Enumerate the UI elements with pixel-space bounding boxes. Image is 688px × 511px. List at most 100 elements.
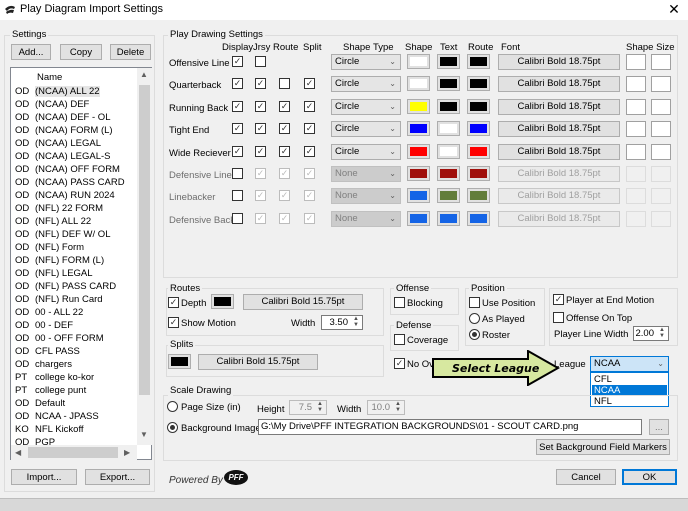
offensive-line-shape-type-select[interactable]: Circle ⌄ (331, 54, 401, 70)
list-item[interactable]: OD 00 - ALL 22 (15, 307, 83, 320)
route-width-spinner[interactable]: 3.50 ▲ ▼ (321, 315, 363, 330)
defensive-line-split-checkbox[interactable]: ✓ (304, 168, 315, 179)
tight-end-text-color-button[interactable] (437, 121, 460, 137)
running-back-shape-color-button[interactable] (407, 98, 430, 114)
running-back-route-checkbox[interactable]: ✓ (279, 100, 290, 112)
linebacker-font-button[interactable]: Calibri Bold 18.75pt (498, 188, 620, 205)
linebacker-route-color-button[interactable] (467, 188, 490, 204)
linebacker-shape-height-field[interactable] (651, 188, 671, 205)
defensive-back-shape-type-select[interactable]: None ⌄ (331, 210, 401, 227)
running-back-shape-height-field[interactable] (651, 98, 671, 115)
depth-checkbox[interactable]: ✓ (168, 297, 179, 308)
tight-end-font-button[interactable]: Calibri Bold 18.75pt (498, 121, 620, 138)
defensive-back-split-checkbox[interactable]: ✓ (304, 212, 315, 224)
list-item[interactable]: OD (NCAA) DEF (15, 99, 89, 112)
list-item[interactable]: OD (NFL) FORM (L) (15, 255, 104, 268)
defensive-line-jrsy-checkbox[interactable]: ✓ (255, 168, 266, 179)
defensive-back-jrsy-checkbox[interactable]: ✓ (255, 212, 266, 224)
ok-button[interactable]: OK (622, 469, 677, 485)
width-spinner[interactable]: 10.0 ▲ ▼ (367, 400, 405, 415)
wide-reciever-text-color-button[interactable] (437, 143, 460, 159)
end-motion-checkbox[interactable]: ✓ (553, 294, 564, 305)
export-button[interactable]: Export... (85, 469, 150, 485)
running-back-shape-width-field[interactable] (626, 98, 646, 115)
running-back-display-checkbox[interactable]: ✓ (232, 100, 243, 112)
horizontal-scrollbar[interactable]: ◀ ▶ (11, 445, 137, 460)
offensive-line-shape-width-field[interactable] (626, 54, 646, 70)
list-item[interactable]: PT college ko-kor (15, 372, 94, 385)
as-played-radio[interactable] (469, 313, 480, 324)
linebacker-split-checkbox[interactable]: ✓ (304, 190, 315, 202)
defensive-line-display-checkbox[interactable] (232, 168, 243, 179)
quarterback-text-color-button[interactable] (437, 76, 460, 92)
defensive-back-shape-height-field[interactable] (651, 210, 671, 227)
browse-button[interactable]: ... (649, 419, 669, 435)
list-item[interactable]: OD (NFL) ALL 22 (15, 216, 91, 229)
wide-reciever-shape-color-button[interactable] (407, 143, 430, 159)
tight-end-jrsy-checkbox[interactable]: ✓ (255, 123, 266, 135)
running-back-jrsy-checkbox[interactable]: ✓ (255, 100, 266, 112)
tight-end-shape-type-select[interactable]: Circle ⌄ (331, 121, 401, 138)
vertical-scrollbar[interactable]: ▲ ▼ (137, 68, 152, 445)
spinner-arrows-icon[interactable]: ▲ ▼ (351, 316, 361, 329)
offensive-line-font-button[interactable]: Calibri Bold 18.75pt (498, 54, 620, 70)
list-item[interactable]: KO NFL Kickoff (15, 424, 84, 437)
close-icon[interactable]: ✕ (663, 0, 685, 20)
linebacker-route-checkbox[interactable]: ✓ (279, 190, 290, 202)
quarterback-display-checkbox[interactable]: ✓ (232, 78, 243, 90)
cancel-button[interactable]: Cancel (556, 469, 616, 485)
list-item[interactable]: OD (NCAA) DEF - OL (15, 112, 110, 125)
spinner-arrows-icon[interactable]: ▲ ▼ (393, 401, 403, 414)
blocking-checkbox[interactable] (394, 297, 405, 308)
wide-reciever-font-button[interactable]: Calibri Bold 18.75pt (498, 143, 620, 160)
quarterback-shape-type-select[interactable]: Circle ⌄ (331, 76, 401, 93)
offense-on-top-checkbox[interactable] (553, 312, 564, 323)
list-item[interactable]: OD 00 - OFF FORM (15, 333, 104, 346)
height-spinner[interactable]: 7.5 ▲ ▼ (289, 400, 327, 415)
defensive-line-route-color-button[interactable] (467, 166, 490, 181)
offensive-line-text-color-button[interactable] (437, 54, 460, 69)
linebacker-display-checkbox[interactable] (232, 190, 243, 202)
defensive-back-text-color-button[interactable] (437, 210, 460, 226)
list-item[interactable]: OD chargers (15, 359, 72, 372)
running-back-text-color-button[interactable] (437, 98, 460, 114)
wide-reciever-display-checkbox[interactable]: ✓ (232, 145, 243, 157)
add-button[interactable]: Add... (11, 44, 51, 60)
tight-end-shape-height-field[interactable] (651, 121, 671, 138)
name-column-header[interactable]: Name (37, 72, 62, 83)
list-item[interactable]: OD NCAA - JPASS (15, 411, 99, 424)
offensive-line-route-color-button[interactable] (467, 54, 490, 69)
offensive-line-jrsy-checkbox[interactable] (255, 56, 266, 67)
wide-reciever-shape-type-select[interactable]: Circle ⌄ (331, 143, 401, 160)
list-item[interactable]: OD (NFL) Form (15, 242, 84, 255)
scroll-right-icon[interactable]: ▶ (124, 448, 130, 457)
quarterback-route-checkbox[interactable] (279, 78, 290, 90)
list-item[interactable]: OD (NFL) Run Card (15, 294, 103, 307)
linebacker-shape-width-field[interactable] (626, 188, 646, 205)
wide-reciever-route-checkbox[interactable]: ✓ (279, 145, 290, 157)
vertical-scroll-thumb[interactable] (139, 85, 150, 395)
roster-radio[interactable] (469, 329, 480, 340)
defensive-back-route-color-button[interactable] (467, 210, 490, 226)
line-width-spinner[interactable]: 2.00 ▲ ▼ (633, 326, 669, 341)
list-item[interactable]: OD (NCAA) FORM (L) (15, 125, 113, 138)
running-back-split-checkbox[interactable]: ✓ (304, 100, 315, 112)
background-image-path-field[interactable]: G:\My Drive\PFF INTEGRATION BACKGROUNDS\… (258, 419, 642, 435)
defensive-back-display-checkbox[interactable] (232, 212, 243, 224)
list-item[interactable]: OD (NFL) DEF W/ OL (15, 229, 110, 242)
splits-font-button[interactable]: Calibri Bold 15.75pt (198, 354, 318, 370)
running-back-shape-type-select[interactable]: Circle ⌄ (331, 98, 401, 115)
quarterback-shape-width-field[interactable] (626, 76, 646, 93)
linebacker-shape-type-select[interactable]: None ⌄ (331, 188, 401, 205)
offensive-line-display-checkbox[interactable]: ✓ (232, 56, 243, 67)
horizontal-scroll-thumb[interactable] (28, 447, 118, 458)
quarterback-jrsy-checkbox[interactable]: ✓ (255, 78, 266, 90)
tight-end-route-color-button[interactable] (467, 121, 490, 137)
list-item[interactable]: OD (NCAA) ALL 22 (15, 86, 100, 99)
defensive-line-route-checkbox[interactable]: ✓ (279, 168, 290, 179)
coverage-checkbox[interactable] (394, 334, 405, 345)
list-item[interactable]: OD 00 - DEF (15, 320, 73, 333)
defensive-back-route-checkbox[interactable]: ✓ (279, 212, 290, 224)
delete-button[interactable]: Delete (110, 44, 151, 60)
defensive-line-shape-height-field[interactable] (651, 166, 671, 182)
